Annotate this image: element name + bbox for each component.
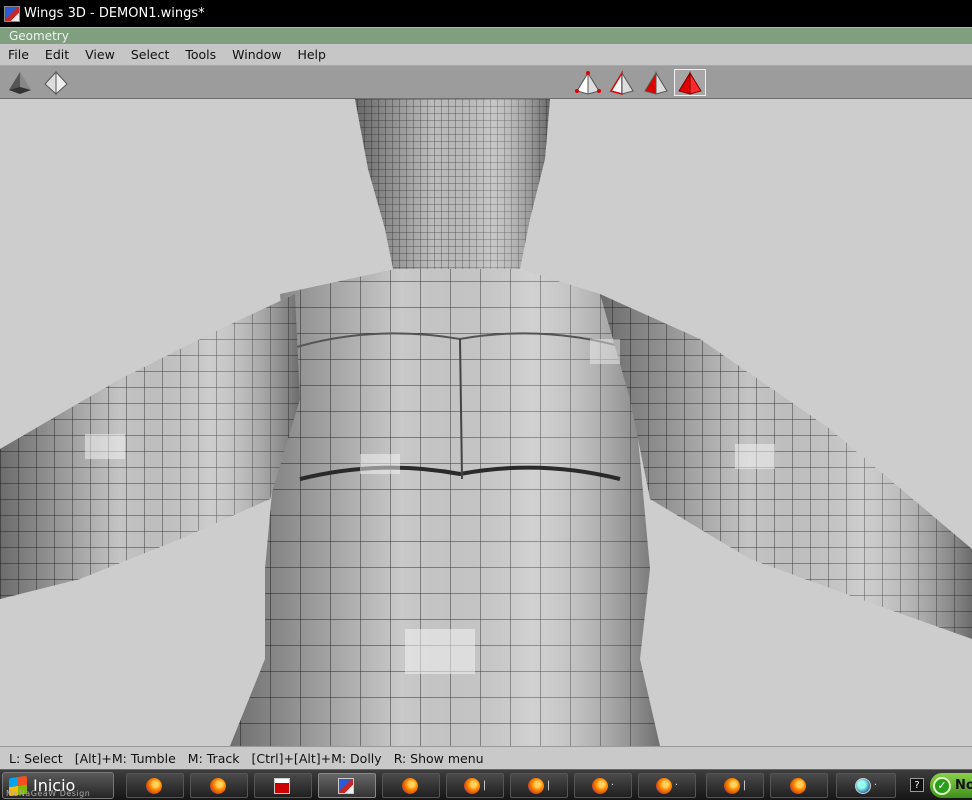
- hint-track: M: Track: [187, 750, 240, 766]
- firefox-icon: [591, 777, 608, 794]
- face-select-icon: [644, 70, 668, 95]
- start-brand-text: MeNaGeaW Design: [6, 789, 91, 798]
- body-select-button[interactable]: [674, 69, 706, 96]
- hint-show-menu: R: Show menu: [393, 750, 484, 766]
- firefox-icon: [209, 777, 226, 794]
- geometry-label: Geometry: [9, 29, 69, 43]
- menu-select[interactable]: Select: [123, 47, 178, 62]
- flat-shade-button[interactable]: [40, 69, 72, 96]
- start-button[interactable]: Inicio MeNaGeaW Design: [2, 772, 114, 799]
- os-taskbar: Inicio MeNaGeaW Design | | · · | · ? ✓ N…: [0, 769, 972, 800]
- menu-edit[interactable]: Edit: [37, 47, 77, 62]
- firefox-icon: [401, 777, 418, 794]
- taskbar-button-wings[interactable]: [318, 773, 376, 798]
- taskbar-button-7[interactable]: |: [510, 773, 568, 798]
- help-icon[interactable]: ?: [910, 778, 924, 792]
- window-title: Wings 3D - DEMON1.wings*: [24, 6, 205, 21]
- geometry-window-title[interactable]: Geometry: [0, 27, 972, 44]
- demon-mesh-model: [0, 99, 972, 746]
- firefox-icon: [655, 777, 672, 794]
- face-select-button[interactable]: [640, 69, 672, 96]
- menu-window[interactable]: Window: [224, 47, 289, 62]
- taskbar-button-9[interactable]: ·: [638, 773, 696, 798]
- taskbar-button-10[interactable]: |: [706, 773, 764, 798]
- body-select-icon: [678, 70, 702, 95]
- firefox-icon: [789, 777, 806, 794]
- firefox-icon: [145, 777, 162, 794]
- taskbar-button-1[interactable]: [126, 773, 184, 798]
- flat-shade-icon: [44, 70, 68, 95]
- system-tray-notification[interactable]: ✓ No: [930, 773, 972, 798]
- menu-view[interactable]: View: [77, 47, 123, 62]
- menu-help[interactable]: Help: [289, 47, 334, 62]
- tray-label: No: [955, 778, 972, 793]
- menu-tools[interactable]: Tools: [177, 47, 224, 62]
- firefox-icon: [723, 777, 740, 794]
- window-titlebar[interactable]: Wings 3D - DEMON1.wings*: [0, 0, 972, 27]
- wings-icon: [337, 777, 354, 794]
- taskbar-button-8[interactable]: ·: [574, 773, 632, 798]
- taskbar-button-2[interactable]: [190, 773, 248, 798]
- menubar: File Edit View Select Tools Window Help: [0, 44, 972, 66]
- taskbar-button-5[interactable]: [382, 773, 440, 798]
- 3d-viewport[interactable]: [0, 99, 972, 746]
- globe-icon: [854, 777, 871, 794]
- menu-file[interactable]: File: [0, 47, 37, 62]
- edge-select-icon: [609, 69, 634, 95]
- vertex-select-icon: [575, 70, 601, 95]
- hint-dolly: [Ctrl]+[Alt]+M: Dolly: [251, 750, 382, 766]
- checkmark-icon: ✓: [933, 776, 951, 795]
- taskbar-button-11[interactable]: [770, 773, 828, 798]
- smooth-shade-button[interactable]: [4, 69, 36, 96]
- edge-select-button[interactable]: [606, 69, 638, 96]
- taskbar-button-6[interactable]: |: [446, 773, 504, 798]
- vertex-select-button[interactable]: [572, 69, 604, 96]
- hint-tumble: [Alt]+M: Tumble: [74, 750, 176, 766]
- toolbar: [0, 66, 972, 99]
- firefox-icon: [527, 777, 544, 794]
- wings3d-app-icon: [4, 5, 20, 22]
- taskbar-button-3[interactable]: [254, 773, 312, 798]
- firefox-icon: [463, 777, 480, 794]
- hint-select: L: Select: [9, 750, 63, 766]
- smooth-shade-icon: [9, 71, 31, 94]
- taskbar-button-12[interactable]: ·: [836, 773, 896, 798]
- app-red-icon: [273, 777, 290, 794]
- statusbar: L: Select [Alt]+M: Tumble M: Track [Ctrl…: [0, 746, 972, 769]
